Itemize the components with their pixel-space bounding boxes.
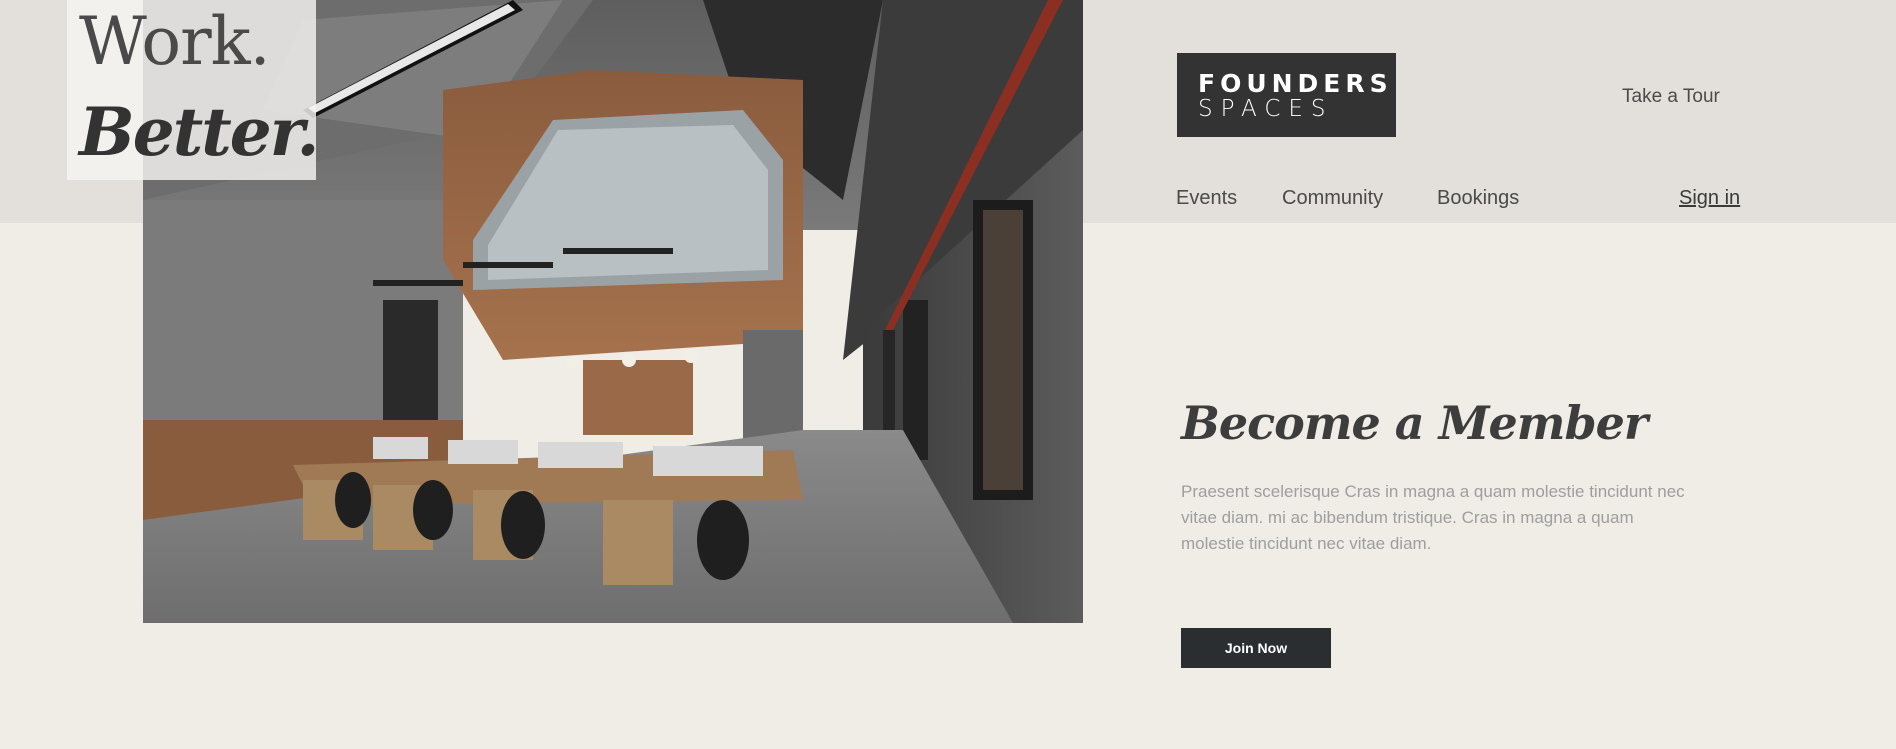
- founders-spaces-logo[interactable]: FOUNDERS SPACES: [1177, 53, 1396, 137]
- become-member-heading: Become a Member: [1181, 396, 1648, 450]
- member-description: Praesent scelerisque Cras in magna a qua…: [1181, 482, 1685, 553]
- tagline-better: Better.: [79, 93, 319, 171]
- sign-in-link[interactable]: Sign in: [1679, 187, 1740, 210]
- tagline-work: Work.: [79, 3, 271, 80]
- logo-text-spaces: SPACES: [1198, 96, 1334, 122]
- nav-item-community[interactable]: Community: [1282, 187, 1383, 210]
- take-a-tour-link[interactable]: Take a Tour: [1622, 86, 1720, 108]
- logo-text-founders: FOUNDERS: [1198, 69, 1393, 98]
- nav-item-events[interactable]: Events: [1176, 187, 1237, 210]
- join-now-button[interactable]: Join Now: [1181, 628, 1331, 668]
- tagline-card: Work. Better.: [67, 0, 319, 180]
- nav-item-bookings[interactable]: Bookings: [1437, 187, 1519, 210]
